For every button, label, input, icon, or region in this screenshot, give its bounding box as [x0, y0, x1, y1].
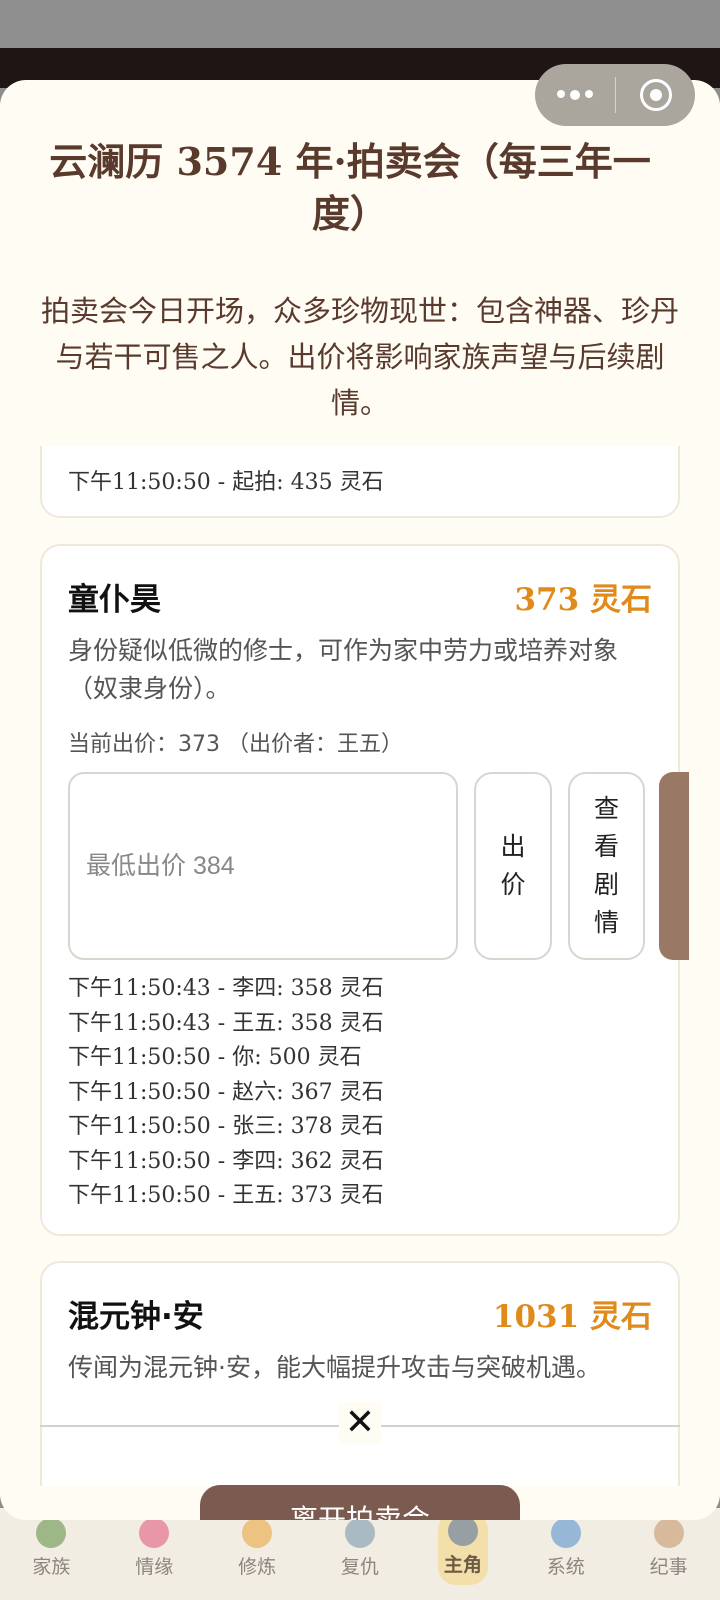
- hero-icon: [447, 1516, 478, 1546]
- tab-system[interactable]: 系统: [514, 1508, 617, 1600]
- close-miniprogram-icon[interactable]: [616, 79, 695, 111]
- item-description: 身份疑似低微的修士，可作为家中劳力或培养对象（奴隶身份）。: [68, 636, 619, 703]
- bid-log: 下午11:50:43 - 李四: 358 灵石 下午11:50:43 - 王五:…: [68, 972, 384, 1214]
- status-bar: [0, 0, 720, 48]
- more-icon[interactable]: [535, 90, 615, 100]
- modal-title: 云澜历 3574 年·拍卖会（每三年一度）: [49, 139, 651, 236]
- tab-label: 系统: [546, 1556, 585, 1578]
- bottom-tab-bar: 家族 情缘 修炼 复仇 主角 系统 纪事: [0, 1508, 720, 1600]
- bid-log-entry: 下午11:50:50 - 你: 500 灵石: [68, 1045, 362, 1070]
- tab-chronicle[interactable]: 纪事: [617, 1508, 720, 1600]
- scroll-icon: [653, 1518, 684, 1548]
- bid-log-entry: 下午11:50:50 - 李四: 362 灵石: [68, 1148, 384, 1174]
- auction-item-card: 混元钟·安 1031 灵石 传闻为混元钟·安，能大幅提升攻击与突破机遇。: [40, 1261, 680, 1486]
- item-price: 373 灵石: [514, 582, 652, 618]
- tree-icon: [36, 1518, 67, 1548]
- swords-icon: [345, 1518, 375, 1548]
- meditate-icon: [242, 1518, 273, 1548]
- tab-cultivate[interactable]: 修炼: [206, 1508, 309, 1600]
- tab-label: 主角: [443, 1554, 482, 1576]
- heart-icon: [139, 1518, 170, 1548]
- modal-description: 拍卖会今日开场，众多珍物现世：包含神器、珍丹与若干可售之人。出价将影响家族声望与…: [40, 294, 679, 420]
- current-bid: 当前出价：373 （出价者：王五）: [68, 732, 403, 757]
- tab-label: 情缘: [135, 1556, 174, 1578]
- bid-button-label: 出价: [500, 832, 526, 899]
- miniprogram-capsule: [535, 64, 695, 126]
- bid-button[interactable]: 出价: [474, 772, 552, 960]
- bid-amount-input[interactable]: [68, 772, 458, 960]
- auction-item-list[interactable]: 下午11:50:50 - 起拍: 435 灵石 童仆昊 373 灵石 身份疑似低…: [0, 446, 720, 1486]
- tab-label: 复仇: [341, 1556, 380, 1578]
- item-name: 混元钟·安: [68, 1299, 204, 1335]
- tab-hero[interactable]: 主角: [411, 1508, 514, 1600]
- bid-log-entry: 下午11:50:43 - 李四: 358 灵石: [68, 976, 384, 1001]
- auction-modal: 云澜历 3574 年·拍卖会（每三年一度） 拍卖会今日开场，众多珍物现世：包含神…: [0, 80, 720, 1520]
- tab-romance[interactable]: 情缘: [103, 1508, 206, 1600]
- item-name: 童仆昊: [68, 582, 161, 618]
- active-tab-highlight: 主角: [437, 1512, 488, 1585]
- tab-family[interactable]: 家族: [0, 1508, 103, 1600]
- auction-item-card: 童仆昊 373 灵石 身份疑似低微的修士，可作为家中劳力或培养对象（奴隶身份）。…: [40, 544, 689, 1236]
- extra-action-button[interactable]: [659, 772, 689, 960]
- tab-revenge[interactable]: 复仇: [309, 1508, 412, 1600]
- tab-label: 家族: [32, 1556, 71, 1578]
- bid-log-entry: 下午11:50:50 - 赵六: 367 灵石: [68, 1079, 384, 1105]
- item-price: 1031 灵石: [492, 1299, 652, 1335]
- close-icon[interactable]: ✕: [339, 1402, 381, 1444]
- item-description: 传闻为混元钟·安，能大幅提升攻击与突破机遇。: [68, 1353, 601, 1382]
- tab-label: 纪事: [649, 1556, 688, 1578]
- bid-log-entry: 下午11:50:50 - 张三: 378 灵石: [68, 1114, 384, 1139]
- leave-auction-button[interactable]: 离开拍卖会: [200, 1485, 520, 1520]
- tab-label: 修炼: [238, 1556, 277, 1578]
- view-story-button[interactable]: 查看剧情: [568, 772, 645, 960]
- auction-item-card: 下午11:50:50 - 起拍: 435 灵石: [40, 446, 680, 518]
- view-story-button-label: 查看剧情: [593, 794, 619, 937]
- bid-log-entry: 下午11:50:50 - 起拍: 435 灵石: [68, 470, 384, 495]
- gear-icon: [550, 1518, 581, 1548]
- bid-log-entry: 下午11:50:50 - 王五: 373 灵石: [68, 1183, 384, 1208]
- bid-log-entry: 下午11:50:43 - 王五: 358 灵石: [68, 1010, 384, 1036]
